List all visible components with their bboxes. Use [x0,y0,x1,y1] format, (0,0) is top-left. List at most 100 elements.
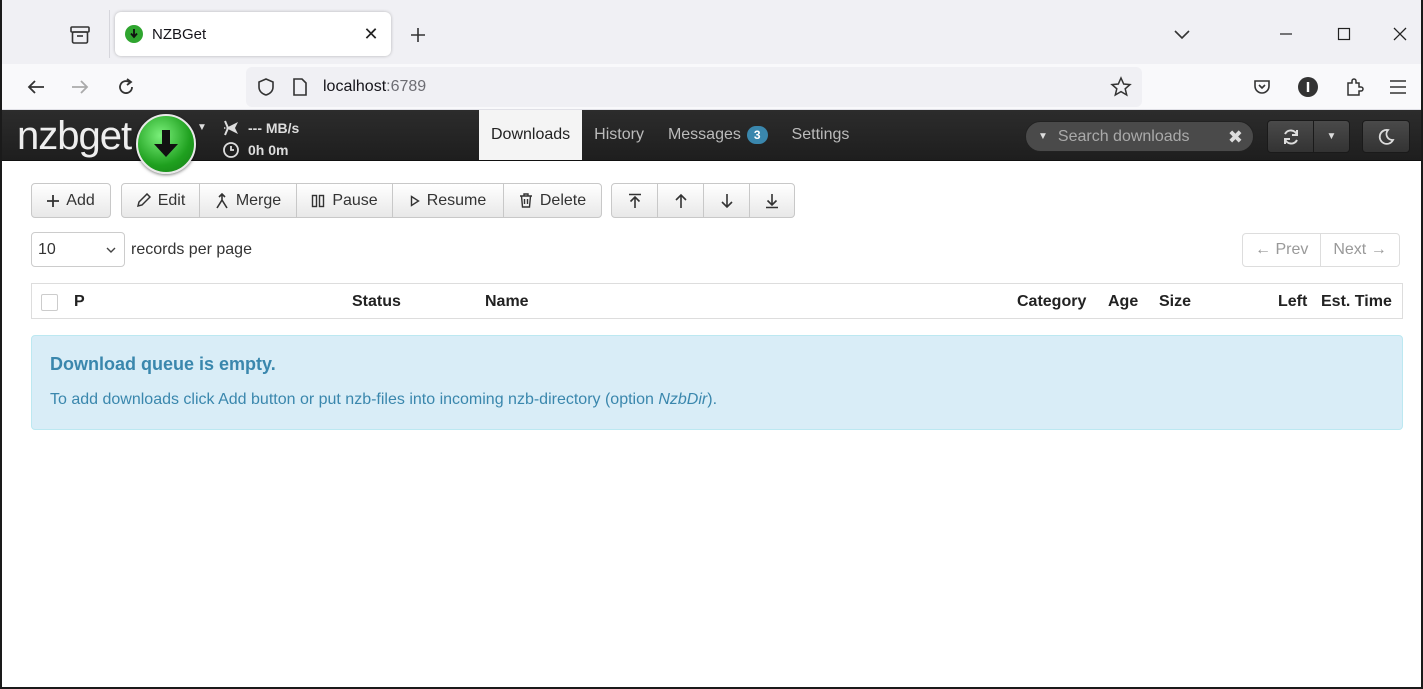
merge-label: Merge [235,191,282,209]
merge-button[interactable]: Merge [200,184,297,217]
speed-info[interactable]: --- MB/s 0h 0m [222,117,299,161]
url-text[interactable]: localhost:6789 [323,78,426,96]
address-bar[interactable]: localhost:6789 [246,67,1142,107]
bookmark-star-icon[interactable] [1110,76,1132,98]
resume-button[interactable]: Resume [393,184,504,217]
chevron-down-icon [106,247,116,253]
tab-groups-button[interactable] [60,18,100,52]
search-filter-caret-icon[interactable]: ▼ [1038,131,1048,142]
close-window-button[interactable] [1380,18,1420,50]
downloads-table-header: P Status Name Category Age Size Left Est… [31,283,1403,319]
maximize-button[interactable] [1324,18,1364,50]
clear-search-icon[interactable]: ✖ [1228,127,1243,148]
tab-history[interactable]: History [582,110,656,160]
next-page-button[interactable]: Next → [1321,234,1398,266]
status-dropdown-caret-icon[interactable]: ▼ [197,122,207,133]
tab-title: NZBGet [152,25,207,43]
per-page-value: 10 [38,240,56,258]
pause-button[interactable]: Pause [297,184,393,217]
nzbdir-option: NzbDir [658,391,708,408]
search-box: ▼ ✖ [1025,121,1254,152]
tab-strip: NZBGet ✕ [2,0,1421,64]
edit-label: Edit [157,191,186,209]
page-icon [293,78,307,96]
move-down-button[interactable] [704,184,750,217]
search-input[interactable] [1057,127,1218,146]
arrow-to-bottom-icon [766,193,778,208]
col-priority[interactable]: P [74,293,85,311]
refresh-icon [1283,128,1298,145]
arrow-left-icon [27,80,44,94]
empty-text-after: ). [707,391,718,408]
col-status[interactable]: Status [352,293,401,311]
move-up-button[interactable] [658,184,704,217]
pocket-button[interactable] [1246,71,1278,103]
edit-button[interactable]: Edit [122,184,200,217]
arrow-to-top-icon [628,193,641,208]
hamburger-menu-icon [1390,80,1406,94]
add-button[interactable]: Add [32,184,110,217]
extensions-button[interactable] [1338,71,1370,103]
arrow-down-icon [720,193,733,208]
back-button[interactable] [20,71,52,103]
app-menu-button[interactable] [1382,71,1414,103]
empty-queue-title: Download queue is empty. [50,354,276,374]
app-header: nzbget ▼ --- MB/s 0h 0m Downloads Histor… [2,110,1421,174]
records-per-page: 10 records per page [31,232,252,267]
tab-separator [109,10,110,58]
browser-tab-nzbget[interactable]: NZBGet ✕ [115,12,391,56]
shield-icon[interactable] [256,77,276,97]
move-bottom-button[interactable] [750,184,794,217]
close-tab-icon[interactable]: ✕ [359,22,383,46]
browser-toolbar: localhost:6789 [2,64,1421,110]
per-page-select[interactable]: 10 [31,232,125,267]
tab-messages-label: Messages [667,126,741,143]
per-page-label: records per page [131,240,252,258]
col-left[interactable]: Left [1278,293,1307,311]
col-size[interactable]: Size [1159,293,1191,311]
tab-settings[interactable]: Settings [780,110,862,160]
extension-i-button[interactable] [1292,71,1324,103]
caret-down-icon: ▼ [1326,131,1337,142]
col-name[interactable]: Name [485,293,529,311]
empty-text-before: To add downloads click Add button or put… [50,391,659,408]
minimize-button[interactable] [1266,18,1306,50]
move-group [611,183,795,218]
add-label: Add [66,191,95,209]
pause-label: Pause [332,191,378,209]
theme-toggle-button[interactable] [1362,120,1410,153]
select-all-checkbox[interactable] [41,294,58,311]
trash-icon [519,193,532,208]
archive-icon [70,26,90,44]
refresh-button[interactable] [1267,120,1314,153]
reload-button[interactable] [110,71,142,103]
app-logo: nzbget [17,114,132,158]
col-age[interactable]: Age [1108,293,1138,311]
refresh-options-button[interactable]: ▼ [1313,120,1350,153]
arrow-up-icon [674,193,687,208]
plane-icon [224,120,238,136]
forward-button[interactable] [64,71,96,103]
plus-icon [411,28,425,42]
prev-page-button[interactable]: ← Prev [1243,234,1322,266]
move-top-button[interactable] [612,184,658,217]
delete-button[interactable]: Delete [504,184,601,217]
col-est-time[interactable]: Est. Time [1321,293,1392,311]
download-status-button[interactable] [136,114,196,174]
add-group: Add [31,183,111,218]
messages-count-badge: 3 [746,126,768,144]
download-speed: --- MB/s [248,120,300,136]
plus-icon [47,194,60,207]
tab-downloads[interactable]: Downloads [479,110,583,160]
new-tab-button[interactable] [402,20,434,50]
list-all-tabs-button[interactable] [1162,18,1202,50]
col-category[interactable]: Category [1017,293,1086,311]
clock-icon [223,142,239,158]
info-extension-icon [1298,77,1318,97]
tab-messages[interactable]: Messages 3 [656,110,780,160]
chevron-down-icon [1174,30,1190,40]
download-arrow-icon [154,130,178,157]
pencil-icon [136,193,151,208]
minimize-icon [1280,33,1292,35]
delete-label: Delete [539,191,587,209]
